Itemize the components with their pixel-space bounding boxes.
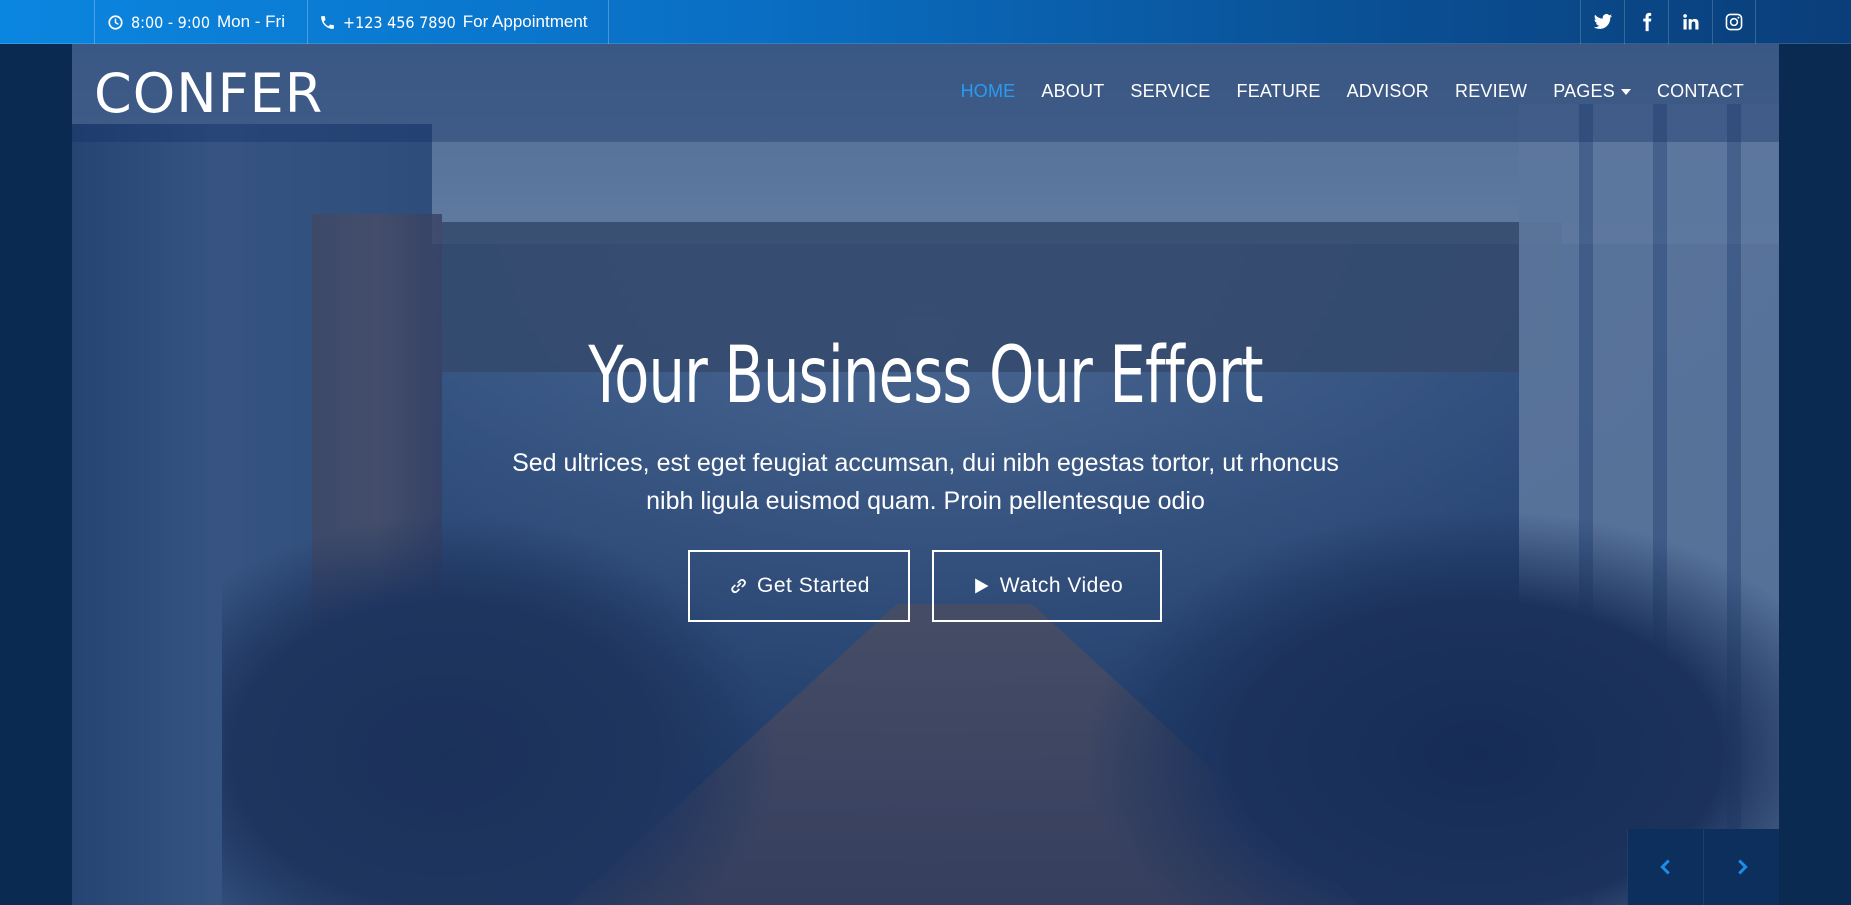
instagram-icon: [1725, 13, 1743, 31]
hero-section: CONFER HOME ABOUT SERVICE FEATURE ADVISO…: [72, 44, 1779, 905]
nav-item-pages-label: PAGES: [1553, 81, 1615, 101]
nav-item-home[interactable]: HOME: [961, 81, 1016, 102]
business-hours: 8:00 - 9:00 Mon - Fri: [94, 0, 308, 44]
facebook-link[interactable]: [1624, 0, 1668, 44]
social-links: [1580, 0, 1756, 44]
nav-item-advisor[interactable]: ADVISOR: [1347, 81, 1429, 102]
nav-item-about[interactable]: ABOUT: [1041, 81, 1104, 102]
watch-video-button[interactable]: Watch Video: [932, 550, 1162, 622]
link-icon: [731, 578, 746, 594]
instagram-link[interactable]: [1712, 0, 1756, 44]
chevron-left-icon: [1659, 859, 1670, 875]
facebook-icon: [1642, 12, 1651, 32]
get-started-label: Get Started: [757, 574, 870, 597]
linkedin-icon: [1682, 14, 1698, 30]
main-menu: HOME ABOUT SERVICE FEATURE ADVISOR REVIE…: [961, 81, 1744, 102]
twitter-icon: [1593, 14, 1612, 29]
main-navbar: CONFER HOME ABOUT SERVICE FEATURE ADVISO…: [72, 44, 1779, 142]
twitter-link[interactable]: [1580, 0, 1624, 44]
hours-time: 8:00 - 9:00: [131, 12, 210, 32]
nav-item-feature[interactable]: FEATURE: [1237, 81, 1321, 102]
phone-label: For Appointment: [462, 12, 588, 31]
chevron-right-icon: [1737, 859, 1748, 875]
nav-item-review[interactable]: REVIEW: [1455, 81, 1527, 102]
nav-item-pages[interactable]: PAGES: [1553, 81, 1631, 102]
linkedin-link[interactable]: [1668, 0, 1712, 44]
clock-icon: [108, 14, 123, 30]
hours-days: Mon - Fri: [216, 12, 285, 31]
nav-item-service[interactable]: SERVICE: [1130, 81, 1210, 102]
top-info-bar: 8:00 - 9:00 Mon - Fri +123 456 7890 For …: [0, 0, 1851, 44]
nav-item-contact[interactable]: CONTACT: [1657, 81, 1744, 102]
hero-title: Your Business Our Effort: [588, 331, 1263, 421]
caret-down-icon: [1620, 88, 1631, 95]
watch-video-label: Watch Video: [999, 574, 1124, 597]
phone-icon: [321, 15, 334, 29]
slider-prev-button[interactable]: [1627, 829, 1703, 905]
play-icon: [974, 578, 989, 594]
phone-info[interactable]: +123 456 7890 For Appointment: [307, 0, 609, 44]
slider-navigation: [1627, 829, 1779, 905]
site-logo[interactable]: CONFER: [94, 62, 323, 125]
get-started-button[interactable]: Get Started: [688, 550, 910, 622]
phone-number: +123 456 7890: [343, 12, 456, 32]
slider-next-button[interactable]: [1703, 829, 1779, 905]
hero-subtitle: Sed ultrices, est eget feugiat accumsan,…: [512, 449, 1339, 515]
